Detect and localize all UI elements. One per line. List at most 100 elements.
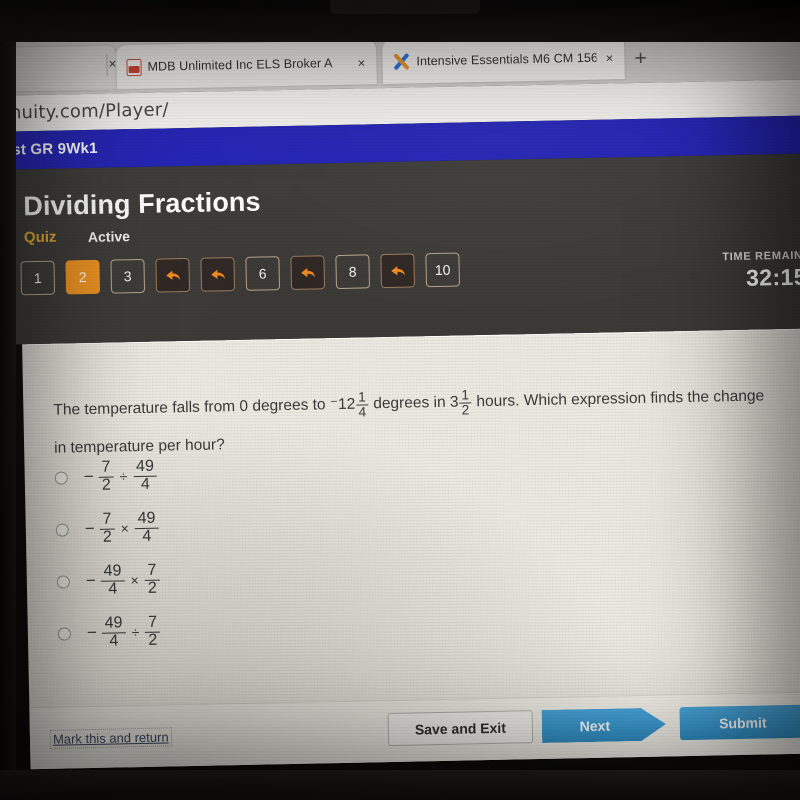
- right-fraction: 72: [145, 613, 161, 650]
- value-1-whole: 12: [337, 395, 356, 414]
- flag-arrow-icon: [165, 270, 180, 280]
- left-fraction: 72: [99, 510, 115, 547]
- pdf-icon: [126, 58, 142, 76]
- expression-operator: ÷: [119, 468, 128, 485]
- timer-value: 32:15: [745, 263, 800, 291]
- answer-option-4[interactable]: −49 4 ÷ 7 2: [57, 597, 578, 659]
- expression-sign: −: [84, 518, 95, 539]
- browser-tab-0[interactable]: 9): [0, 45, 117, 95]
- left-numerator: 49: [103, 562, 122, 580]
- expression-sign: −: [85, 570, 96, 591]
- tab-close-icon-1[interactable]: ×: [354, 55, 368, 70]
- question-part-1: The temperature falls from 0 degrees to: [53, 396, 326, 419]
- question-nav-flag-7[interactable]: [290, 255, 326, 290]
- question-nav-flag-4[interactable]: [155, 257, 191, 293]
- question-nav-6[interactable]: 6: [245, 256, 281, 291]
- quiz-kind-label: Quiz: [23, 228, 57, 247]
- left-denominator: 2: [99, 528, 115, 547]
- expression-operator: ÷: [131, 624, 140, 641]
- laptop-screen-photo: 9) × MDB Unlimited Inc ELS Broker A × In…: [0, 0, 800, 800]
- left-fraction: 49 4: [101, 614, 126, 651]
- answer-expression: −49 4 ÷ 7 2: [86, 613, 161, 651]
- left-numerator: 7: [102, 510, 112, 528]
- question-nav-2[interactable]: 2: [65, 259, 101, 295]
- page-title: Dividing Fractions: [23, 186, 261, 222]
- answer-options: −7 2 ÷ 49 4−7 2 × 49 4−49 4 × 7 2−49 4 ÷ 7 2: [54, 441, 578, 659]
- radio-button[interactable]: [54, 470, 68, 485]
- question-nav-3[interactable]: 3: [110, 258, 146, 294]
- expression-sign: −: [86, 622, 97, 643]
- radio-button[interactable]: [57, 626, 72, 641]
- question-navigator: 1 2 3 6 8 10: [20, 252, 461, 296]
- value-2-numerator: 1: [461, 386, 470, 403]
- flag-arrow-icon: [300, 267, 315, 277]
- right-numerator: 7: [147, 613, 158, 631]
- answer-expression: −7 2 × 49 4: [84, 509, 159, 547]
- screen-bezel-bottom: [0, 770, 800, 800]
- question-value-2: 3 1 2: [450, 383, 473, 421]
- browser-tab-2[interactable]: Intensive Essentials M6 CM 1566 ×: [382, 35, 625, 85]
- right-fraction: 49 4: [133, 457, 158, 494]
- edgenuity-x-icon: [392, 52, 410, 71]
- answer-expression: −7 2 ÷ 49 4: [83, 457, 158, 495]
- left-numerator: 7: [101, 458, 111, 476]
- right-fraction: 72: [144, 561, 161, 598]
- question-nav-label: 8: [348, 263, 357, 280]
- question-nav-flag-5[interactable]: [200, 257, 236, 292]
- url-text: dgenuity.com/Player/: [0, 99, 169, 125]
- radio-button[interactable]: [56, 574, 70, 589]
- answer-expression: −49 4 × 7 2: [85, 561, 161, 599]
- tab-close-icon-2[interactable]: ×: [602, 50, 616, 65]
- browser-window: 9) × MDB Unlimited Inc ELS Broker A × In…: [0, 25, 800, 772]
- question-nav-flag-9[interactable]: [380, 253, 416, 289]
- question-panel: The temperature falls from 0 degrees to …: [22, 328, 800, 770]
- right-denominator: 4: [134, 527, 159, 546]
- next-button[interactable]: Next: [542, 707, 667, 742]
- value-2-whole: 3: [449, 393, 459, 411]
- question-value-1: ⁻12 1 4: [330, 385, 370, 424]
- value-2-denominator: 2: [459, 401, 472, 418]
- radio-button[interactable]: [55, 522, 69, 537]
- screen-bezel-left: [0, 0, 16, 800]
- right-numerator: 49: [135, 457, 155, 475]
- right-fraction: 49 4: [134, 509, 159, 546]
- timer: TIME REMAINI 32:15: [722, 250, 800, 293]
- question-nav-8[interactable]: 8: [335, 254, 371, 290]
- left-denominator: 2: [98, 476, 114, 495]
- question-nav-label: 2: [78, 269, 87, 286]
- quiz-header: Dividing Fractions Quiz Active 1 2 3 6 8 10 T…: [0, 153, 800, 345]
- question-nav-1[interactable]: 1: [20, 260, 56, 296]
- timer-label: TIME REMAINI: [722, 249, 800, 264]
- submit-button[interactable]: Submit: [679, 704, 800, 741]
- question-nav-label: 3: [123, 268, 132, 285]
- right-denominator: 2: [145, 631, 161, 650]
- question-nav-10[interactable]: 10: [425, 252, 461, 288]
- tab-title: 9): [0, 61, 109, 80]
- question-nav-label: 10: [434, 261, 451, 279]
- flag-arrow-icon: [390, 265, 405, 275]
- question-nav-label: 6: [258, 265, 267, 282]
- expression-operator: ×: [130, 572, 139, 589]
- left-denominator: 4: [101, 631, 126, 651]
- flag-arrow-icon: [210, 269, 225, 279]
- action-bar: Mark this and return Save and Exit Next …: [29, 691, 800, 770]
- question-nav-label: 1: [33, 269, 42, 287]
- tab-title: MDB Unlimited Inc ELS Broker A: [147, 56, 333, 74]
- expression-operator: ×: [120, 520, 129, 537]
- mark-and-return-link[interactable]: Mark this and return: [49, 727, 172, 749]
- left-denominator: 4: [100, 579, 125, 599]
- right-numerator: 7: [147, 561, 157, 579]
- webcam-notch: [330, 0, 480, 14]
- browser-tab-1[interactable]: MDB Unlimited Inc ELS Broker A ×: [116, 40, 377, 90]
- save-and-exit-button[interactable]: Save and Exit: [387, 710, 534, 747]
- tab-title: Intensive Essentials M6 CM 1566: [416, 50, 597, 69]
- left-numerator: 49: [104, 614, 123, 632]
- left-fraction: 72: [98, 458, 114, 495]
- value-1-numerator: 1: [358, 389, 366, 405]
- right-denominator: 2: [144, 579, 161, 598]
- new-tab-button[interactable]: +: [634, 47, 647, 71]
- right-numerator: 49: [137, 509, 156, 527]
- quiz-state-label: Active: [87, 228, 131, 245]
- value-1-denominator: 4: [356, 403, 369, 420]
- question-part-2: degrees in: [373, 393, 446, 413]
